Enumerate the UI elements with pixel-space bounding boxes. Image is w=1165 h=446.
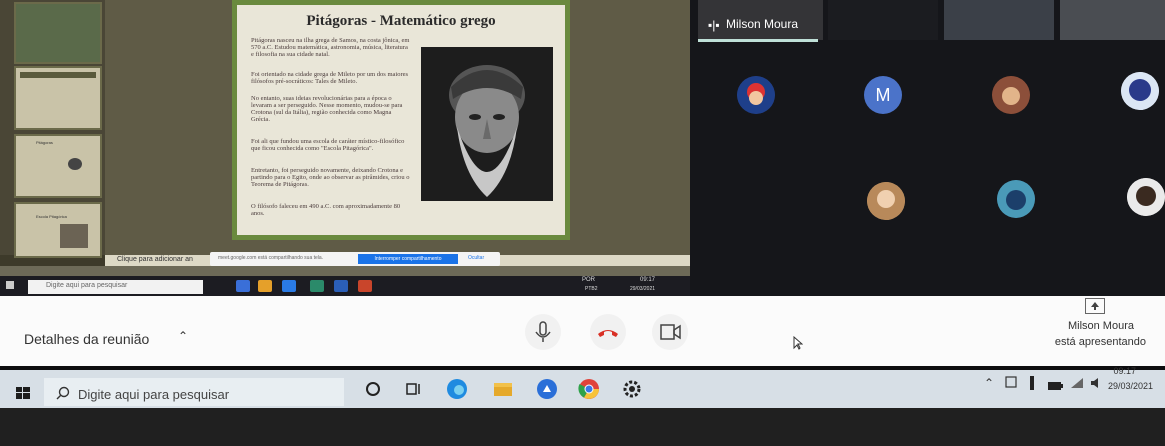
settings-gear-icon[interactable] [621,378,643,400]
stop-sharing-button[interactable]: Interromper compartilhamento [358,254,458,264]
participant-avatar [1121,72,1159,110]
edge-icon[interactable] [446,378,468,400]
battery-icon[interactable] [1048,378,1064,390]
hide-share-bar-button[interactable]: Ocultar [468,255,484,261]
participant-tile [944,0,1054,40]
windows-start-icon[interactable] [6,281,14,289]
slide-paragraph: Foi ali que fundou uma escola de caráter… [251,138,405,152]
windows-start-icon[interactable] [16,386,30,399]
participant-avatar [1127,178,1165,216]
slide-paragraph: O filósofo faleceu em 490 a.C. com aprox… [251,203,401,217]
slide-thumb-3[interactable]: Pitágoras [14,134,102,198]
inner-taskbar-app-icon[interactable] [310,280,324,292]
participant-tile [1060,0,1165,40]
taskbar-clock-date[interactable]: 29/03/2021 [1108,381,1153,391]
slide-paragraph: No entanto, suas ideias revolucionárias … [251,95,403,123]
microphone-icon [535,321,551,342]
thumb-image [60,224,88,248]
slide-thumb-2[interactable] [14,66,102,130]
hang-up-icon [598,330,618,337]
mouse-cursor [793,335,804,350]
file-explorer-icon[interactable] [492,378,514,400]
microphone-button[interactable] [525,314,561,350]
notes-placeholder: Clique para adicionar an [117,256,193,263]
participant-avatar [867,182,905,220]
shared-screen: Pitágoras Escola Pitagórica Pitágoras - … [0,0,690,296]
edge-icon[interactable] [282,280,296,292]
app-icon[interactable] [536,378,558,400]
slide-thumb-title: Pitágoras [36,140,53,145]
chrome-icon[interactable] [578,378,600,400]
share-bar-text: meet.google.com está compartilhando sua … [218,255,324,261]
meeting-controls-bar [0,296,1165,366]
inner-clock-date: 29/03/2021 [630,286,656,292]
chevron-up-icon[interactable]: ⌃ [178,329,188,343]
volume-icon[interactable] [1090,376,1104,388]
participant-avatar [992,76,1030,114]
screen-share-bar: meet.google.com está compartilhando sua … [210,252,500,266]
slide-thumb-title: Escola Pitagórica [36,214,67,219]
slide-paragraph: Pitágoras nasceu na ilha grega de Samos,… [251,37,410,58]
participant-avatar [997,180,1035,218]
notes-tray-icon[interactable] [1004,375,1018,389]
meeting-details-button[interactable]: Detalhes da reunião [24,331,149,347]
camera-button[interactable] [652,314,688,350]
wifi-icon[interactable] [1070,376,1084,388]
participant-tile [828,0,938,40]
usb-icon[interactable] [1028,376,1036,390]
participant-avatar-m: M [864,76,902,114]
speaker-highlight [698,39,818,42]
slide-title: Pitágoras - Matemático grego [306,13,496,29]
camera-icon [660,324,681,340]
inner-clock-time: 09:17 [640,277,656,283]
inner-search-placeholder: Digite aqui para pesquisar [46,282,128,289]
inner-taskbar-app-icon[interactable] [258,280,272,292]
slide-thumbnails: Pitágoras Escola Pitagórica [0,0,105,258]
slide-paragraph: Foi orientado na cidade grega de Mileto … [251,71,409,85]
cortana-icon[interactable] [362,378,384,400]
participants-grid [690,0,1165,296]
participant-avatar [737,76,775,114]
inner-taskbar-app-icon[interactable] [236,280,250,292]
powerpoint-icon[interactable] [358,280,372,292]
inner-lang: POR [582,277,596,283]
active-speaker-name: Milson Moura [726,17,799,31]
slide-paragraph: Entretanto, foi perseguido novamente, de… [251,167,410,188]
taskbar-clock-time[interactable]: 09:17 [1110,366,1136,376]
leave-call-button[interactable] [590,314,626,350]
chevron-up-icon[interactable]: ⌃ [984,376,994,390]
inner-search-box[interactable]: Digite aqui para pesquisar [28,280,203,294]
slide-thumb-4[interactable]: Escola Pitagórica [14,202,102,258]
presenting-status: está apresentando [1054,336,1146,348]
audio-level-icon: ▪|▪ [708,18,720,32]
task-view-icon[interactable] [403,378,425,400]
current-slide: Pitágoras - Matemático grego Pitágoras n… [232,0,570,240]
pythagoras-portrait [421,47,553,201]
word-icon[interactable] [334,280,348,292]
monitor-bezel [0,408,1165,446]
presenter-name: Milson Moura [1067,320,1134,332]
slide-thumb-1[interactable] [14,2,102,64]
inner-layout: PTB2 [585,286,598,292]
search-icon [56,386,70,400]
present-screen-icon[interactable] [1085,298,1105,314]
taskbar-search-placeholder: Digite aqui para pesquisar [78,387,230,402]
thumb-image [68,158,82,170]
ppt-status-bar [0,266,690,276]
